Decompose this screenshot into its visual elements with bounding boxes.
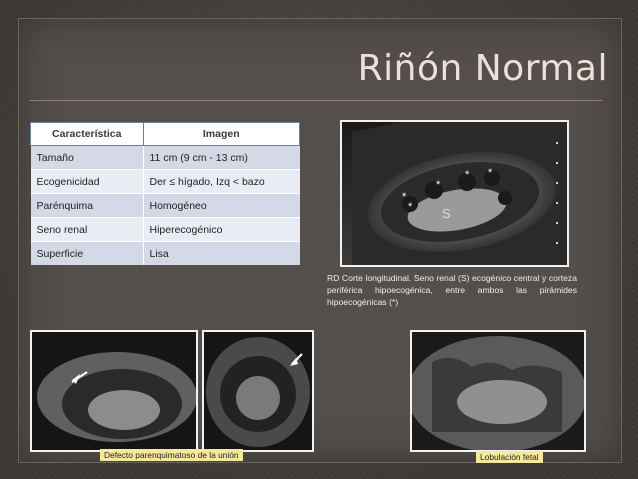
- table-cell-value: Homogéneo: [143, 193, 300, 218]
- table-row: Superficie Lisa: [30, 241, 300, 265]
- ultrasound-image-defect-2: [202, 330, 314, 452]
- table-cell-characteristic: Seno renal: [30, 217, 144, 242]
- defect-caption: Defecto parenquimatoso de la unión: [100, 449, 243, 461]
- lobulation-caption: Lobulación fetal: [476, 451, 543, 463]
- pyramid-marker: *: [408, 201, 413, 213]
- pyramid-marker: *: [465, 169, 470, 181]
- ultrasound-image-main: * * * * * S: [340, 120, 569, 267]
- table-cell-characteristic: Parénquima: [30, 193, 144, 218]
- pyramid-marker: *: [402, 191, 407, 203]
- table-row: Tamaño 11 cm (9 cm - 13 cm): [30, 145, 300, 170]
- table-header-row: Característica Imagen: [30, 122, 300, 146]
- table-header-image: Imagen: [142, 122, 300, 146]
- title-divider: [30, 100, 602, 101]
- table-cell-characteristic: Ecogenicidad: [30, 169, 144, 194]
- table-cell-value: Lisa: [143, 241, 300, 265]
- pyramid-marker: *: [436, 179, 441, 191]
- pyramid-marker: *: [488, 167, 493, 179]
- slide-title: Riñón Normal: [357, 48, 608, 89]
- renal-sinus-label: S: [442, 206, 451, 221]
- table-cell-value: Hiperecogénico: [143, 217, 300, 242]
- table-cell-value: Der ≤ hígado, Izq < bazo: [143, 169, 300, 194]
- table-row: Parénquima Homogéneo: [30, 193, 300, 218]
- ultrasound-image-lobulation: [410, 330, 586, 452]
- table-cell-value: 11 cm (9 cm - 13 cm): [143, 145, 300, 170]
- table-row: Seno renal Hiperecogénico: [30, 217, 300, 242]
- table-header-characteristic: Característica: [30, 122, 144, 146]
- main-image-caption: RD Corte longitudinal. Seno renal (S) ec…: [327, 273, 577, 307]
- ultrasound-image-defect-1: [30, 330, 198, 452]
- characteristics-table: Característica Imagen Tamaño 11 cm (9 cm…: [30, 122, 300, 265]
- table-row: Ecogenicidad Der ≤ hígado, Izq < bazo: [30, 169, 300, 194]
- table-cell-characteristic: Superficie: [30, 241, 144, 265]
- table-cell-characteristic: Tamaño: [30, 145, 144, 170]
